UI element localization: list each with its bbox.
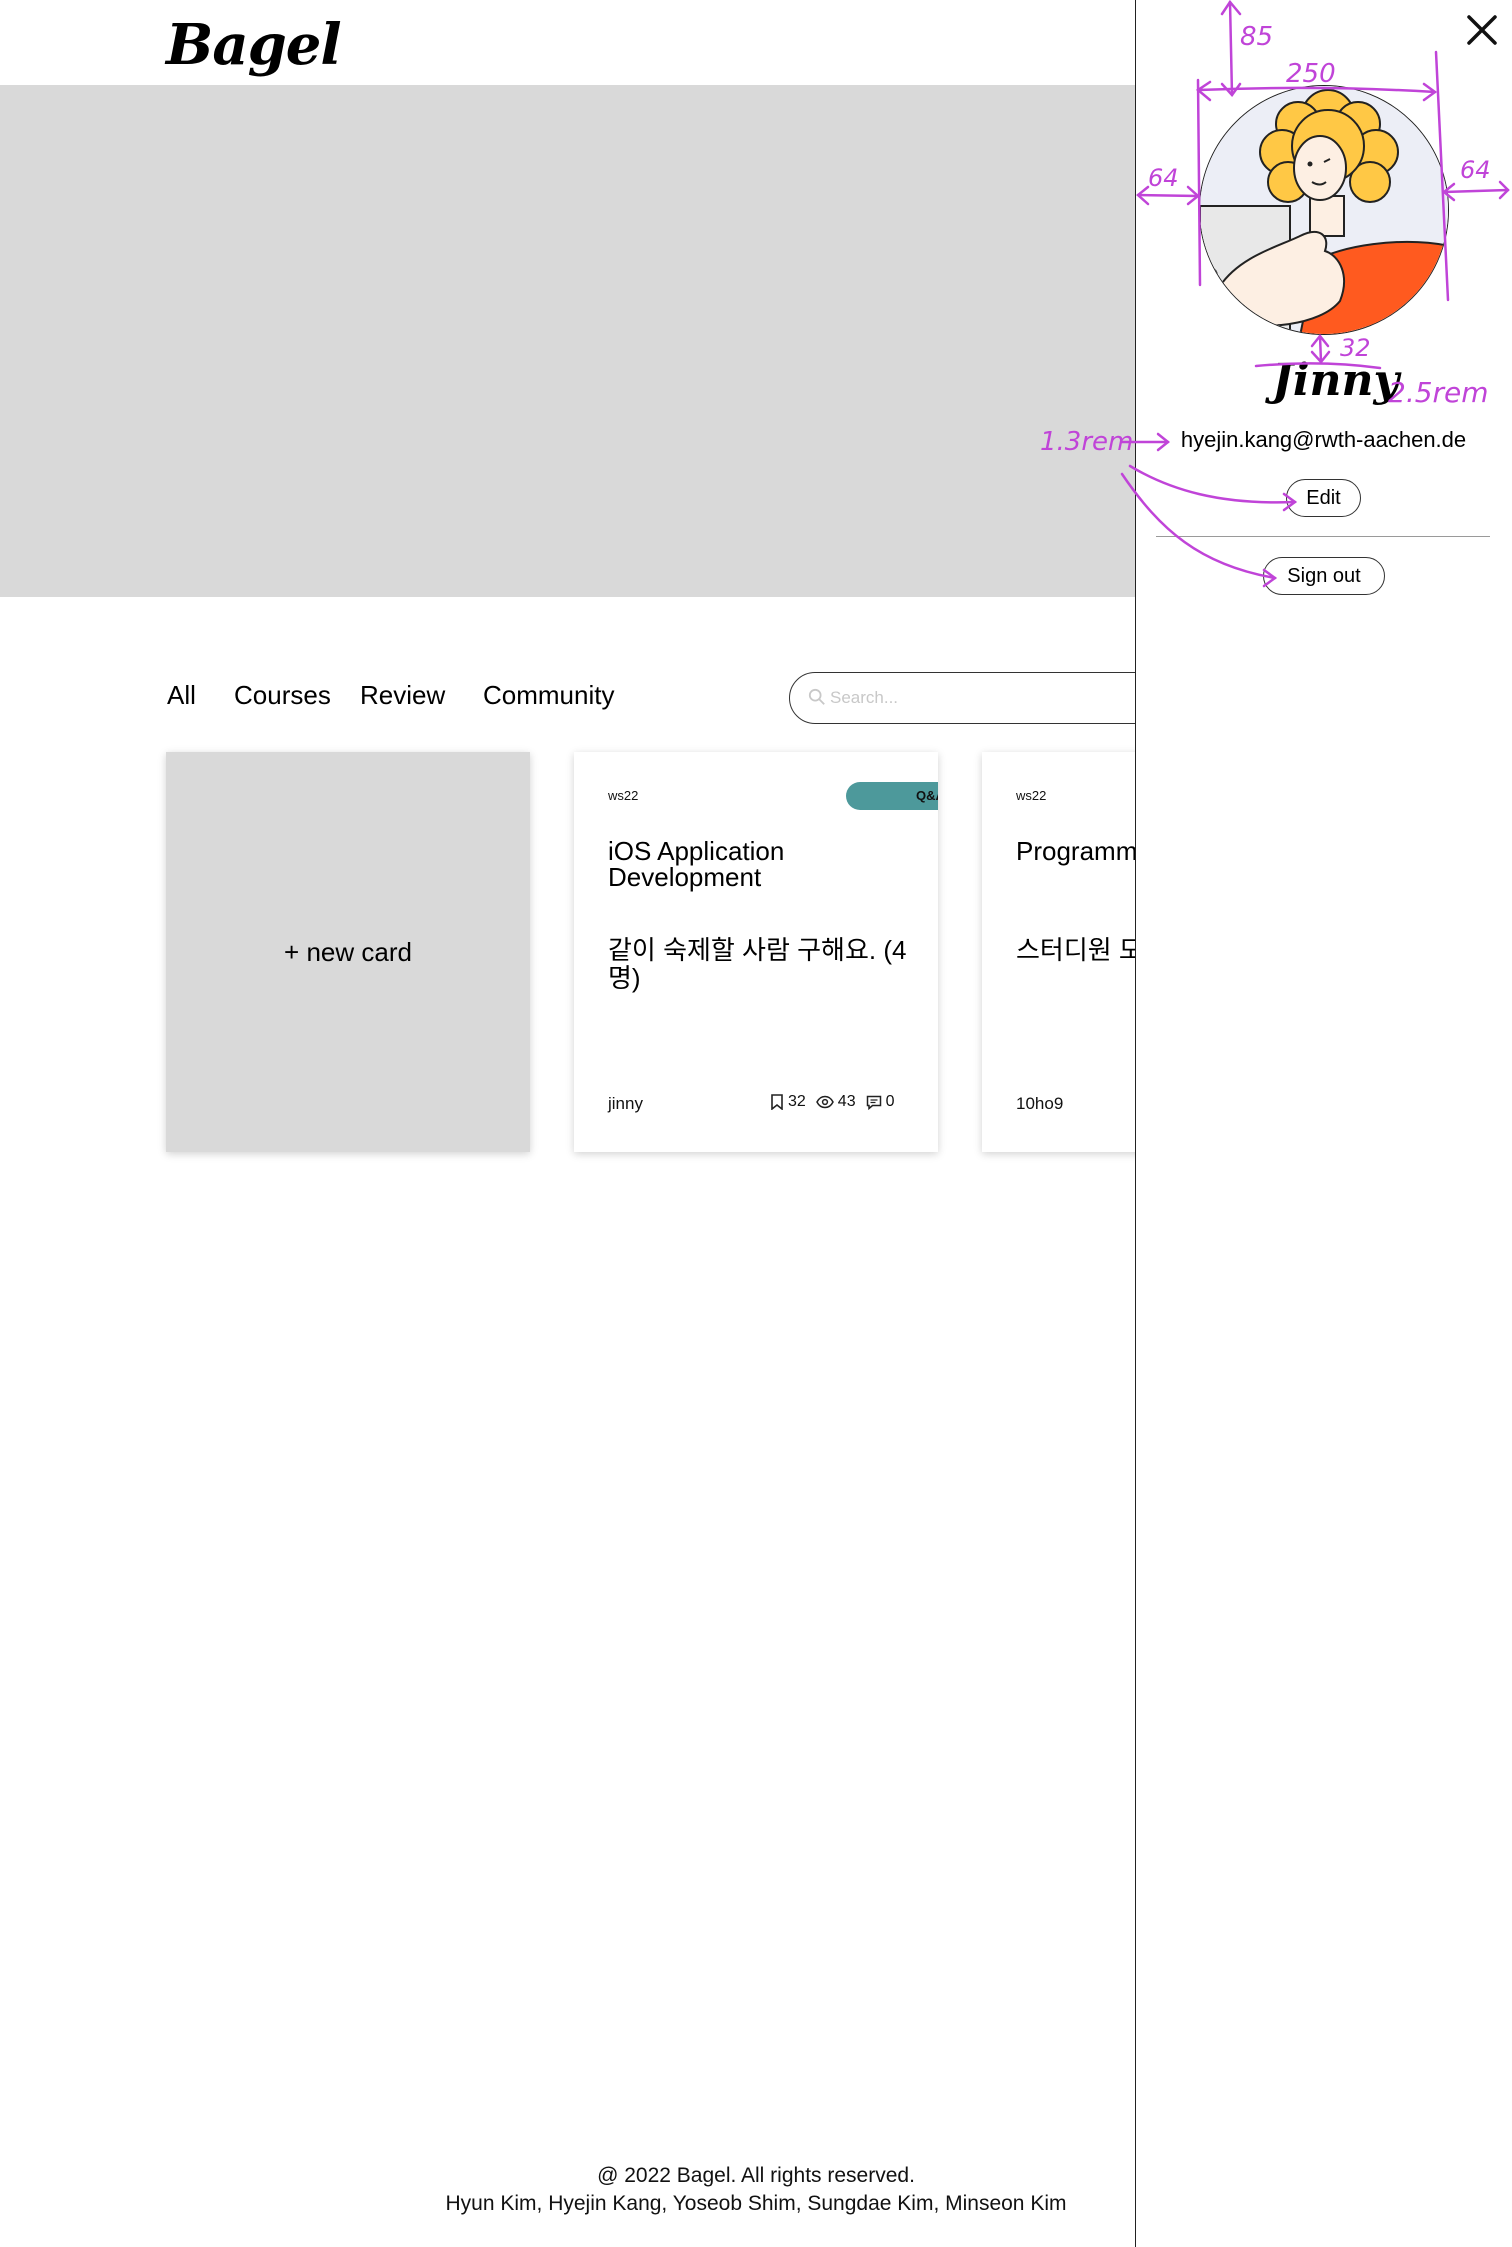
profile-email: hyejin.kang@rwth-aachen.de [1180, 427, 1467, 452]
bookmark-stat[interactable]: 32 [770, 1093, 806, 1111]
drawer-divider [1156, 536, 1490, 537]
card-stats: 32 43 0 [770, 1093, 895, 1111]
views-stat: 43 [815, 1093, 856, 1111]
card-author: 10ho9 [1016, 1094, 1064, 1113]
profile-drawer [1135, 0, 1512, 2247]
semester-label: ws22 [1016, 788, 1047, 803]
bookmark-count: 32 [788, 1093, 806, 1110]
bookmark-icon [771, 1094, 783, 1110]
semester-label: ws22 [608, 788, 639, 803]
tab-all[interactable]: All [167, 680, 196, 711]
category-badge: Q&A [846, 782, 938, 810]
tab-courses[interactable]: Courses [234, 680, 331, 711]
eye-icon [815, 1095, 834, 1109]
bagel-logo[interactable]: Bagel [166, 12, 342, 78]
card-author: jinny [608, 1094, 643, 1113]
card-body: 같이 숙제할 사람 구해요. (4명) [608, 935, 907, 993]
new-card-button[interactable]: + new card [166, 752, 530, 1152]
post-card[interactable]: ws22 Q&A iOS Application Development 같이 … [574, 752, 938, 1152]
comments-count: 0 [885, 1093, 895, 1110]
search-icon [808, 688, 825, 705]
comments-stat[interactable]: 0 [866, 1093, 895, 1111]
sign-out-button[interactable]: Sign out [1263, 557, 1385, 595]
close-icon[interactable] [1464, 12, 1500, 48]
profile-avatar[interactable] [1199, 85, 1449, 335]
comment-icon [866, 1095, 881, 1110]
avatar-illustration [1200, 86, 1448, 334]
tab-review[interactable]: Review [360, 680, 445, 711]
tab-community[interactable]: Community [483, 680, 614, 711]
edit-profile-button[interactable]: Edit [1286, 479, 1361, 517]
views-count: 43 [837, 1093, 856, 1110]
profile-username: Jinny [1272, 355, 1400, 406]
card-title: iOS Application Development [608, 836, 785, 892]
